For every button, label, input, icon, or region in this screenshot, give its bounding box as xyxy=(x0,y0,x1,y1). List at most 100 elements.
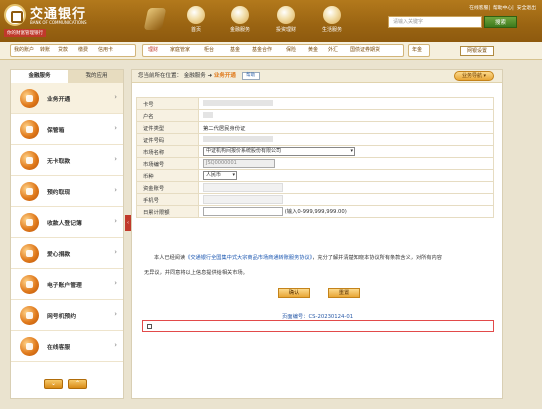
business-icon xyxy=(20,89,39,108)
sidebar-item[interactable]: 业务开通 › xyxy=(11,83,123,114)
agreement-checkbox[interactable] xyxy=(147,324,152,329)
subnav-fund[interactable]: 基金 xyxy=(230,46,240,53)
subnav-my-account[interactable]: 我的账户 xyxy=(14,46,34,53)
chevron-right-icon: › xyxy=(114,217,117,225)
phone-input[interactable] xyxy=(203,195,283,204)
sidebar-item[interactable]: 电子账户管理 › xyxy=(11,269,123,300)
subnav-forex[interactable]: 外汇 xyxy=(328,46,338,53)
subnav-insurance[interactable]: 保险 xyxy=(286,46,296,53)
name-label: 户名 xyxy=(136,109,199,122)
card-number-masked xyxy=(203,100,273,107)
payee-book-icon xyxy=(20,213,39,232)
row-id-number: 证件号码 xyxy=(136,133,494,146)
sidebar-list: 业务开通 › 保管箱 › 无卡取款 › 预约取现 › 收款人登记簿 › 爱心捐款 › 电子账户管理 › 网号… xyxy=(11,83,123,362)
help-button[interactable]: 帮助 xyxy=(241,71,260,80)
row-market-code: 市场编号 JSQ0000001 xyxy=(136,157,494,170)
queue-icon xyxy=(20,306,39,325)
row-id-type: 证件类型 第二代居民身份证 xyxy=(136,121,494,134)
link-logout[interactable]: 安全退出 xyxy=(517,6,536,11)
safe-box-icon xyxy=(20,120,39,139)
row-name: 户名 xyxy=(136,109,494,122)
subnav-counter[interactable]: 柜台 xyxy=(204,46,214,53)
breadcrumb-current: 业务开通 xyxy=(213,73,236,79)
sidebar-item-label: 在线客服 xyxy=(47,345,71,351)
limit-input[interactable] xyxy=(203,207,283,216)
subnav-transfer[interactable]: 转账 xyxy=(40,46,50,53)
tab-finance-services[interactable]: 金融服务 xyxy=(11,70,68,83)
sidebar-item-label: 保管箱 xyxy=(47,128,65,134)
currency-select[interactable]: 人民币 xyxy=(203,171,237,180)
row-fund-account: 资金账号 xyxy=(136,181,494,194)
top-header: 交通银行 BANK OF COMMUNICATIONS 你的财富管理银行 首页 … xyxy=(0,0,542,42)
breadcrumb-arrow-icon: ➜ xyxy=(207,73,213,79)
row-currency: 币种 人民币 xyxy=(136,169,494,182)
breadcrumb-finance[interactable]: 金融服务 xyxy=(184,73,206,79)
subnav-bonds[interactable]: 国债证券期货 xyxy=(350,46,380,53)
sidebar-item-label: 无卡取款 xyxy=(47,159,71,165)
sidebar-tabs: 金融服务 我的应用 xyxy=(11,70,123,83)
market-code-field: JSQ0000001 xyxy=(203,159,275,168)
nav-investment-label: 投资理财 xyxy=(275,27,296,33)
agreement-suffix: ，充分了解并清楚知晓本协议所有条款含义，对所有内容 xyxy=(312,255,442,261)
confirm-button[interactable]: 确认 xyxy=(278,288,310,298)
sidebar-item-label: 网号机预约 xyxy=(47,314,76,320)
subnav-gold[interactable]: 黄金 xyxy=(308,46,318,53)
scroll-down-button[interactable]: ⌄ xyxy=(44,379,63,389)
search-input[interactable]: 请输入关键字 xyxy=(388,16,482,28)
subnav-loan[interactable]: 贷款 xyxy=(58,46,68,53)
agreement-box xyxy=(142,320,494,332)
nav-investment[interactable]: 投资理财 xyxy=(260,4,312,38)
sidebar-item[interactable]: 网号机预约 › xyxy=(11,300,123,331)
subnav-credit-card[interactable]: 信用卡 xyxy=(98,46,113,53)
chevron-right-icon: › xyxy=(114,155,117,163)
market-label: 市场名称 xyxy=(136,145,199,158)
agreement-prefix: 本人已经阅读 xyxy=(154,255,186,261)
cardless-withdraw-icon xyxy=(20,151,39,170)
market-select[interactable]: 中证机构间报价系统股份有限公司 xyxy=(203,147,355,156)
agreement-line-2: 无异议，并同意将以上信息提供给相关市场。 xyxy=(144,270,248,276)
subnav-fund-coop[interactable]: 基金合作 xyxy=(252,46,272,53)
nav-finance[interactable]: 金融服务 xyxy=(214,4,266,38)
row-phone: 手机号 xyxy=(136,193,494,206)
reset-button[interactable]: 重置 xyxy=(328,288,360,298)
chevron-right-icon: › xyxy=(114,341,117,349)
sidebar-item-label: 业务开通 xyxy=(47,97,71,103)
link-help-center[interactable]: 帮助中心 xyxy=(493,6,512,11)
card-label: 卡号 xyxy=(136,97,199,110)
bank-logo-icon xyxy=(4,4,26,26)
link-online-service[interactable]: 在线客服 xyxy=(469,6,488,11)
bank-logo[interactable]: 交通银行 BANK OF COMMUNICATIONS 你的财富管理银行 xyxy=(4,3,104,37)
sidebar-item[interactable]: 在线客服 › xyxy=(11,331,123,362)
chevron-right-icon: › xyxy=(114,310,117,318)
business-nav-button[interactable]: 业务导航 ▾ xyxy=(454,71,494,81)
donation-icon xyxy=(20,244,39,263)
agreement-link[interactable]: 《交通银行全国集中式大宗商品市场商通转账服务协议》 xyxy=(185,255,312,261)
sidebar-item[interactable]: 无卡取款 › xyxy=(11,145,123,176)
row-limit: 日累计限额 (输入0-999,999,999.00) xyxy=(136,205,494,218)
sidebar-item-label: 电子账户管理 xyxy=(47,283,82,289)
chevron-right-icon: › xyxy=(114,93,117,101)
investment-icon xyxy=(277,6,295,24)
sidebar-item[interactable]: 收款人登记簿 › xyxy=(11,207,123,238)
scroll-up-button[interactable]: ⌃ xyxy=(68,379,87,389)
bank-slogan: 你的财富管理银行 xyxy=(4,29,46,37)
fund-account-input[interactable] xyxy=(203,183,283,192)
subnav-wealth[interactable]: 理财 xyxy=(148,46,158,53)
chevron-right-icon: › xyxy=(114,279,117,287)
id-number-masked xyxy=(203,136,273,143)
bank-settings-button[interactable]: 网银设置 xyxy=(460,46,494,56)
tab-my-apps[interactable]: 我的应用 xyxy=(68,70,125,83)
sidebar-item[interactable]: 预约取现 › xyxy=(11,176,123,207)
nav-life[interactable]: 生活服务 xyxy=(306,4,358,38)
row-market: 市场名称 中证机构间报价系统股份有限公司 xyxy=(136,145,494,158)
id-type-label: 证件类型 xyxy=(136,121,199,134)
sub-navigation: 我的账户 转账 贷款 缴费 信用卡 理财 家庭管家 柜台 基金 基金合作 保险 … xyxy=(0,42,542,60)
subnav-family[interactable]: 家庭管家 xyxy=(170,46,190,53)
sidebar-item[interactable]: 爱心捐款 › xyxy=(11,238,123,269)
fund-account-label: 资金账号 xyxy=(136,181,199,194)
search-button[interactable]: 搜索 xyxy=(484,16,517,28)
subnav-annuity[interactable]: 年金 xyxy=(412,46,422,53)
chevron-right-icon: › xyxy=(114,124,117,132)
subnav-payment[interactable]: 缴费 xyxy=(78,46,88,53)
sidebar-item[interactable]: 保管箱 › xyxy=(11,114,123,145)
